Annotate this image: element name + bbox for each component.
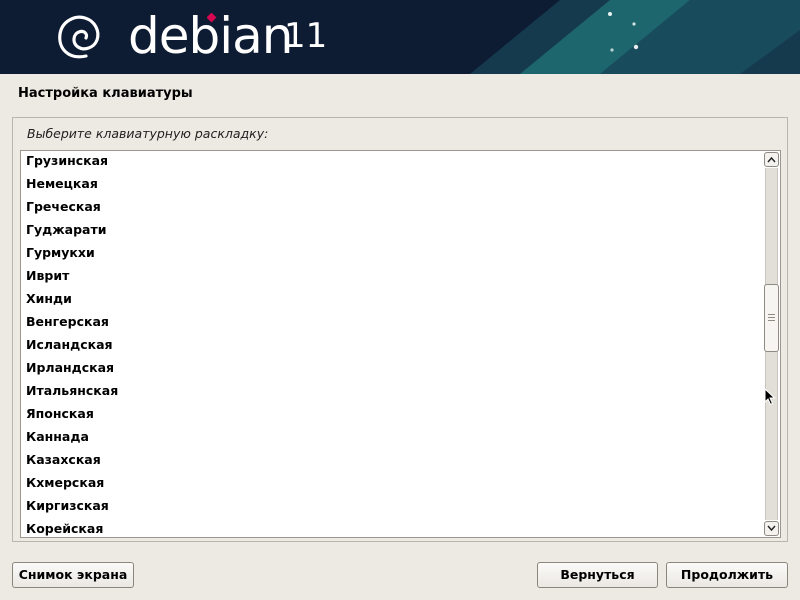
continue-button[interactable]: Продолжить <box>666 562 788 588</box>
list-item[interactable]: Хинди <box>21 287 761 310</box>
layout-prompt: Выберите клавиатурную раскладку: <box>27 126 269 141</box>
list-item[interactable]: Корейская <box>21 517 761 537</box>
thumb-grip <box>768 320 775 322</box>
list-item[interactable]: Кхмерская <box>21 471 761 494</box>
header-banner: debian 11 <box>0 0 800 74</box>
list-item[interactable]: Казахская <box>21 448 761 471</box>
list-item[interactable]: Японская <box>21 402 761 425</box>
chevron-up-icon <box>767 156 776 163</box>
layout-list: Грузинская Немецкая Греческая Гуджарати … <box>21 151 761 537</box>
banner-decoration <box>470 0 800 74</box>
thumb-grip <box>768 317 775 319</box>
back-button[interactable]: Вернуться <box>537 562 658 588</box>
list-item[interactable]: Ирландская <box>21 356 761 379</box>
list-item[interactable]: Венгерская <box>21 310 761 333</box>
list-item[interactable]: Иврит <box>21 264 761 287</box>
list-item[interactable]: Гуджарати <box>21 218 761 241</box>
thumb-grip <box>768 314 775 316</box>
debian-swirl-icon <box>58 15 100 59</box>
list-scrollbar[interactable] <box>764 152 779 536</box>
mouse-pointer-icon <box>764 388 776 406</box>
list-item[interactable]: Немецкая <box>21 172 761 195</box>
brand-version: 11 <box>284 16 328 56</box>
scroll-down-button[interactable] <box>764 521 779 536</box>
scrollbar-thumb[interactable] <box>764 284 779 353</box>
page-title: Настройка клавиатуры <box>18 86 193 101</box>
list-item[interactable]: Каннада <box>21 425 761 448</box>
list-item[interactable]: Гурмукхи <box>21 241 761 264</box>
layout-listbox[interactable]: Грузинская Немецкая Греческая Гуджарати … <box>20 150 781 538</box>
list-item[interactable]: Исландская <box>21 333 761 356</box>
screenshot-button[interactable]: Снимок экрана <box>12 562 134 588</box>
list-item[interactable]: Киргизская <box>21 494 761 517</box>
brand-dot-accent <box>207 13 217 23</box>
keyboard-layout-panel: Выберите клавиатурную раскладку: Грузинс… <box>12 117 788 542</box>
list-item[interactable]: Грузинская <box>21 151 761 172</box>
list-item[interactable]: Итальянская <box>21 379 761 402</box>
list-item[interactable]: Греческая <box>21 195 761 218</box>
scroll-up-button[interactable] <box>764 152 779 167</box>
chevron-down-icon <box>767 525 776 532</box>
